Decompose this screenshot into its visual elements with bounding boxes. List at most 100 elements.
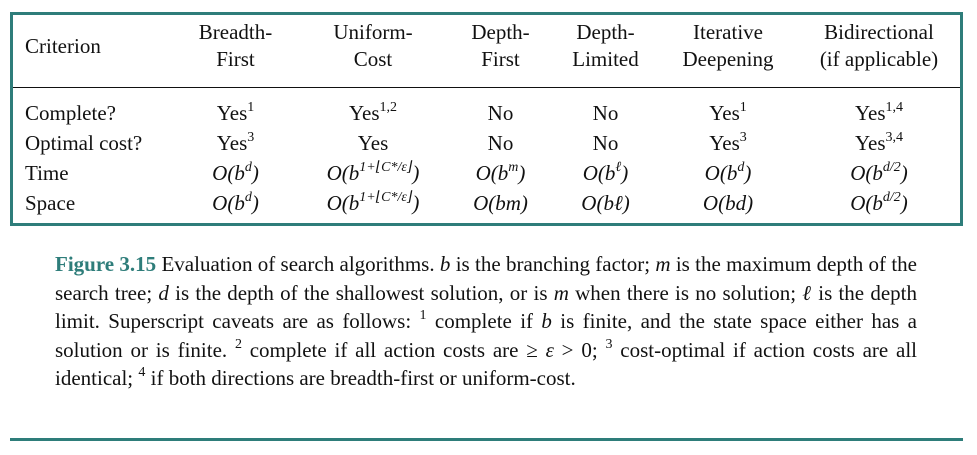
cell-math-close: ): [412, 191, 420, 215]
column-header-line: First: [481, 47, 520, 71]
cell-value: No: [487, 131, 514, 155]
caption-segment: is the depth of the shallowest solution,…: [168, 280, 554, 305]
cell-superscript: 1,2: [379, 100, 398, 115]
cell-value: Yes: [709, 101, 740, 125]
cell-math: O(b: [850, 161, 883, 185]
column-header-line: (if applicable): [819, 47, 939, 71]
table-cell: Yes3: [173, 128, 298, 158]
cell-superscript: d: [244, 190, 252, 205]
table-row: Space O(bd) O(b1+⌊C*/ε⌋) O(bm) O(bℓ) O(bd) O(b…: [13, 188, 960, 218]
caption-segment: > 0;: [553, 337, 606, 362]
figure-caption: Figure 3.15 Evaluation of search algorit…: [55, 250, 917, 393]
column-header-line: Criterion: [25, 33, 101, 58]
column-header-line: Depth-: [576, 20, 635, 44]
column-header: Bidirectional (if applicable): [798, 15, 960, 77]
cell-math: O(b: [850, 191, 883, 215]
column-header-line: Deepening: [682, 47, 774, 71]
column-header-line: First: [216, 47, 255, 71]
column-header-line: Depth-: [471, 20, 530, 44]
cell-value: Yes: [348, 101, 380, 125]
table-cell: Yes1,2: [298, 98, 448, 128]
cell-value: No: [487, 101, 514, 125]
cell-superscript: d: [244, 160, 252, 175]
caption-text: Evaluation of search algorithms. b is th…: [55, 252, 917, 390]
table-cell: O(bℓ): [553, 188, 658, 218]
table-cell: No: [448, 128, 553, 158]
table-cell: Yes: [298, 128, 448, 158]
column-header: Breadth- First: [173, 15, 298, 77]
column-header: Criterion: [13, 15, 173, 77]
cell-value: Yes: [216, 101, 248, 125]
column-header-line: Breadth-: [198, 20, 273, 44]
table-cell: No: [448, 98, 553, 128]
cell-math-close: ): [900, 191, 908, 215]
cell-math-close: ): [251, 161, 259, 185]
caption-segment: Evaluation of search algorithms.: [156, 252, 440, 276]
caption-superscript: 2: [234, 336, 242, 352]
table-cell: Yes1: [173, 98, 298, 128]
evaluation-table: Criterion Breadth- First Uniform- Cost Depth-…: [13, 15, 960, 218]
caption-superscript: 1: [419, 308, 427, 323]
table-cell: Yes1: [658, 98, 798, 128]
table-row: Complete? Yes1 Yes1,2 No No Yes1 Yes1,4: [13, 98, 960, 128]
caption-segment: when there is no solution;: [568, 280, 803, 305]
column-header: Iterative Deepening: [658, 15, 798, 77]
row-label: Space: [25, 191, 76, 215]
table-row: Optimal cost? Yes3 Yes No No Yes3 Yes3,4: [13, 128, 960, 158]
caption-math: m: [553, 280, 569, 305]
cell-value: Yes: [854, 131, 886, 155]
cell-math-close: ): [621, 161, 629, 185]
column-header-line: Uniform-: [333, 20, 413, 44]
cell-math-close: ): [900, 161, 908, 185]
column-header-line: Cost: [353, 47, 393, 71]
table-cell: O(bd): [658, 158, 798, 188]
cell-math: O(b: [212, 161, 245, 185]
cell-math: O(b: [475, 161, 509, 185]
cell-superscript: 3: [739, 130, 747, 145]
cell-superscript: 1+⌊C*/ε⌋: [359, 160, 413, 175]
cell-superscript: 3: [247, 130, 255, 145]
caption-math: d: [158, 280, 169, 305]
table-cell: Yes3: [658, 128, 798, 158]
cell-value: No: [592, 101, 619, 125]
table-cell: O(bd/2): [798, 188, 960, 218]
caption-math: ε: [545, 337, 554, 362]
cell-superscript: 1: [739, 100, 747, 115]
cell-math-close: ): [251, 191, 259, 215]
cell-superscript: d/2: [882, 190, 901, 205]
table-cell: Yes1,4: [798, 98, 960, 128]
cell-superscript: d/2: [882, 160, 901, 175]
column-header-line: Iterative: [693, 20, 763, 44]
table-cell: O(bd): [173, 158, 298, 188]
cell-value: Yes: [854, 101, 886, 125]
cell-math-close: ): [744, 161, 752, 185]
cell-math: O(bm): [473, 191, 528, 215]
evaluation-table-frame: Criterion Breadth- First Uniform- Cost Depth-…: [10, 12, 963, 226]
table-header-row: Criterion Breadth- First Uniform- Cost Depth-…: [13, 15, 960, 77]
table-cell: O(bd): [658, 188, 798, 218]
caption-segment: complete if all action costs are ≥: [241, 337, 546, 362]
column-header-line: Bidirectional: [824, 20, 934, 44]
caption-segment: if both directions are breadth-first or …: [145, 366, 576, 390]
column-header-line: Limited: [572, 47, 639, 71]
table-cell: O(bm): [448, 188, 553, 218]
row-label: Complete?: [25, 101, 116, 125]
cell-superscript: 1+⌊C*/ε⌋: [359, 190, 413, 205]
table-cell: O(bd): [173, 188, 298, 218]
caption-segment: is the branching factor;: [450, 252, 656, 276]
cell-math-close: ): [518, 161, 526, 185]
header-divider: [13, 77, 960, 88]
table-cell: No: [553, 98, 658, 128]
cell-superscript: 1: [247, 100, 255, 115]
cell-math: O(b: [704, 161, 738, 185]
column-header: Depth- First: [448, 15, 553, 77]
cell-superscript: m: [508, 160, 519, 175]
row-label: Optimal cost?: [25, 131, 143, 155]
caption-math: m: [655, 252, 671, 276]
table-body: Complete? Yes1 Yes1,2 No No Yes1 Yes1,4 Optimal…: [13, 98, 960, 218]
caption-math: ℓ: [802, 280, 812, 305]
table-cell: O(b1+⌊C*/ε⌋): [298, 158, 448, 188]
cell-math: O(b: [582, 161, 616, 185]
cell-value: No: [592, 131, 619, 155]
cell-math: O(b: [212, 191, 245, 215]
